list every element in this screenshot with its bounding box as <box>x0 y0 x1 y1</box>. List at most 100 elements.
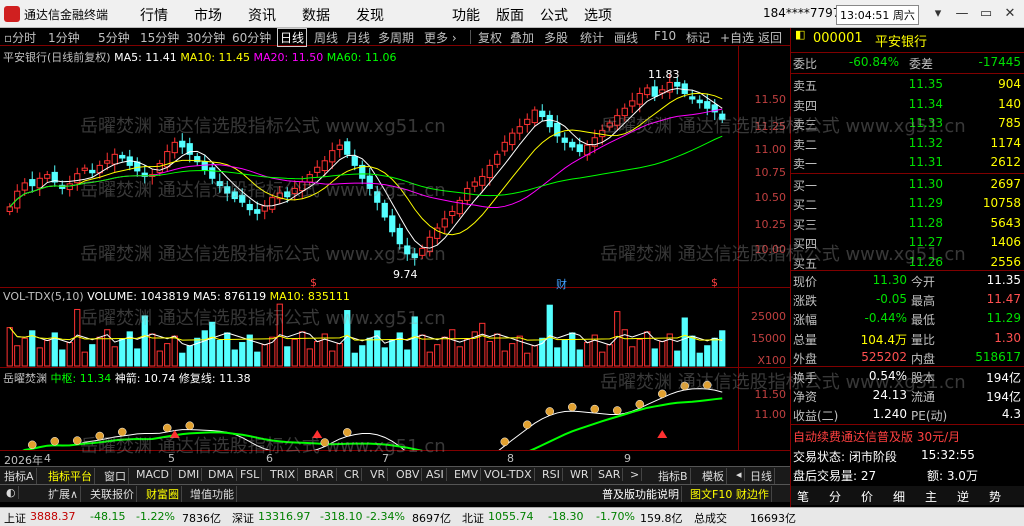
tab-window[interactable]: 窗口 <box>102 468 129 484</box>
volume-bar[interactable] <box>389 339 396 367</box>
candle-body[interactable] <box>171 141 178 154</box>
money-bag-icon[interactable] <box>703 380 712 390</box>
volume-bar[interactable] <box>674 350 681 367</box>
volume-bar[interactable] <box>14 345 21 367</box>
candle-body[interactable] <box>74 173 81 184</box>
candle-body[interactable] <box>569 141 576 148</box>
menu-discover[interactable]: 发现 <box>356 5 384 25</box>
ask-level-3[interactable]: 卖三 11.33 785 <box>791 114 1024 133</box>
volume-bar[interactable] <box>96 336 103 367</box>
toggle-icon[interactable]: ◐ <box>4 486 19 499</box>
tab-vr[interactable]: VR <box>368 468 389 481</box>
volume-bar[interactable] <box>486 340 493 367</box>
volume-bar[interactable] <box>359 345 366 367</box>
volume-bar[interactable] <box>254 351 261 367</box>
volume-bar[interactable] <box>366 337 373 367</box>
candle-body[interactable] <box>389 215 396 233</box>
money-bag-icon[interactable] <box>613 406 622 415</box>
tab-sar[interactable]: SAR <box>596 468 624 481</box>
period-button-more[interactable]: 更多 › <box>424 29 457 46</box>
volume-bar[interactable] <box>179 352 186 367</box>
volume-bar[interactable] <box>606 344 613 367</box>
tick-button[interactable]: 笔 <box>797 488 809 505</box>
tab-wealth-circle[interactable]: 财富圈 <box>144 486 182 502</box>
tab-dmi[interactable]: DMI <box>176 468 203 481</box>
candle-body[interactable] <box>516 126 523 134</box>
multi-stock-button[interactable]: 多股 <box>544 29 568 46</box>
volume-bar[interactable] <box>66 342 73 367</box>
volume-bar[interactable] <box>524 352 531 367</box>
volume-bar[interactable] <box>141 315 148 367</box>
stat-row[interactable]: 外盘 525202 内盘 518617 <box>791 348 1024 367</box>
tab-macd[interactable]: MACD <box>134 468 172 481</box>
volume-bar[interactable] <box>81 351 88 367</box>
candle-body[interactable] <box>606 122 613 128</box>
candle-body[interactable] <box>441 218 448 228</box>
candle-body[interactable] <box>396 227 403 245</box>
money-bag-icon[interactable] <box>73 436 82 445</box>
money-bag-icon[interactable] <box>545 407 554 416</box>
volume-bar[interactable] <box>299 331 306 367</box>
link-f10[interactable]: 图文F10 财边作 <box>688 486 772 502</box>
volume-bar[interactable] <box>426 351 433 367</box>
candle-body[interactable] <box>486 164 493 179</box>
volume-bar[interactable] <box>134 348 141 367</box>
volume-bar[interactable] <box>269 336 276 367</box>
candle-body[interactable] <box>299 181 306 192</box>
candle-body[interactable] <box>29 179 36 187</box>
period-button-monthly[interactable]: 月线 <box>346 29 370 46</box>
tab-fsl[interactable]: FSL <box>238 468 263 481</box>
candle-body[interactable] <box>269 197 276 210</box>
volume-bar[interactable] <box>569 332 576 367</box>
candle-body[interactable] <box>201 161 208 171</box>
candle-body[interactable] <box>629 100 636 107</box>
tab-dma[interactable]: DMA <box>206 468 237 481</box>
money-bag-icon[interactable] <box>635 399 644 409</box>
candle-body[interactable] <box>36 177 43 189</box>
period-button-15min[interactable]: 15分钟 <box>140 29 179 46</box>
sz-index-label[interactable]: 深证 <box>232 510 254 526</box>
volume-bar[interactable] <box>314 340 321 367</box>
stats-button[interactable]: 统计 <box>580 29 604 46</box>
minute-button[interactable]: 分 <box>829 488 841 505</box>
volume-bar[interactable] <box>261 344 268 367</box>
candle-body[interactable] <box>636 92 643 105</box>
sh-index-label[interactable]: 上证 <box>4 510 26 526</box>
tab-value-added[interactable]: 增值功能 <box>188 486 237 502</box>
volume-bar[interactable] <box>554 347 561 367</box>
reverse-button[interactable]: 逆 <box>957 488 969 505</box>
candle-body[interactable] <box>156 163 163 173</box>
volume-bar[interactable] <box>36 347 43 367</box>
candle-body[interactable] <box>239 194 246 203</box>
tab-cr[interactable]: CR <box>342 468 363 481</box>
candle-body[interactable] <box>89 169 96 174</box>
candle-body[interactable] <box>651 86 658 97</box>
volume-bar[interactable] <box>464 338 471 367</box>
minimize-icon[interactable]: — <box>952 4 972 24</box>
stat-row[interactable]: 净资 24.13 流通 194亿 <box>791 386 1024 405</box>
period-button-daily[interactable]: 日线 <box>277 28 308 47</box>
volume-bar[interactable] <box>629 346 636 367</box>
ask-level-5[interactable]: 卖五 11.35 904 <box>791 75 1024 94</box>
menu-functions[interactable]: 功能 <box>452 5 480 25</box>
dropdown-icon[interactable]: ▾ <box>928 4 948 24</box>
candle-body[interactable] <box>314 166 321 173</box>
promo-banner[interactable]: 自动续费通达信普及版 30元/月 <box>791 426 1024 445</box>
volume-bar[interactable] <box>531 345 538 367</box>
candle-body[interactable] <box>366 175 373 189</box>
volume-bar[interactable] <box>164 343 171 367</box>
menu-news[interactable]: 资讯 <box>248 5 276 25</box>
period-button-intraday[interactable]: ▫分时 <box>4 29 36 46</box>
bid-level-4[interactable]: 买四 11.27 1406 <box>791 233 1024 252</box>
stat-row[interactable]: 涨幅 -0.44% 最低 11.29 <box>791 309 1024 328</box>
bid-level-3[interactable]: 买三 11.28 5643 <box>791 214 1024 233</box>
money-bag-icon[interactable] <box>343 428 352 437</box>
back-button[interactable]: 返回 <box>758 29 782 46</box>
volume-pane[interactable]: VOL-TDX(5,10) VOLUME: 1043819 MA5: 87611… <box>0 288 790 368</box>
period-button-1min[interactable]: 1分钟 <box>48 29 80 46</box>
candle-body[interactable] <box>479 175 486 186</box>
candle-body[interactable] <box>381 202 388 218</box>
volume-bar[interactable] <box>239 342 246 367</box>
candle-body[interactable] <box>254 209 261 214</box>
period-button-5min[interactable]: 5分钟 <box>98 29 130 46</box>
